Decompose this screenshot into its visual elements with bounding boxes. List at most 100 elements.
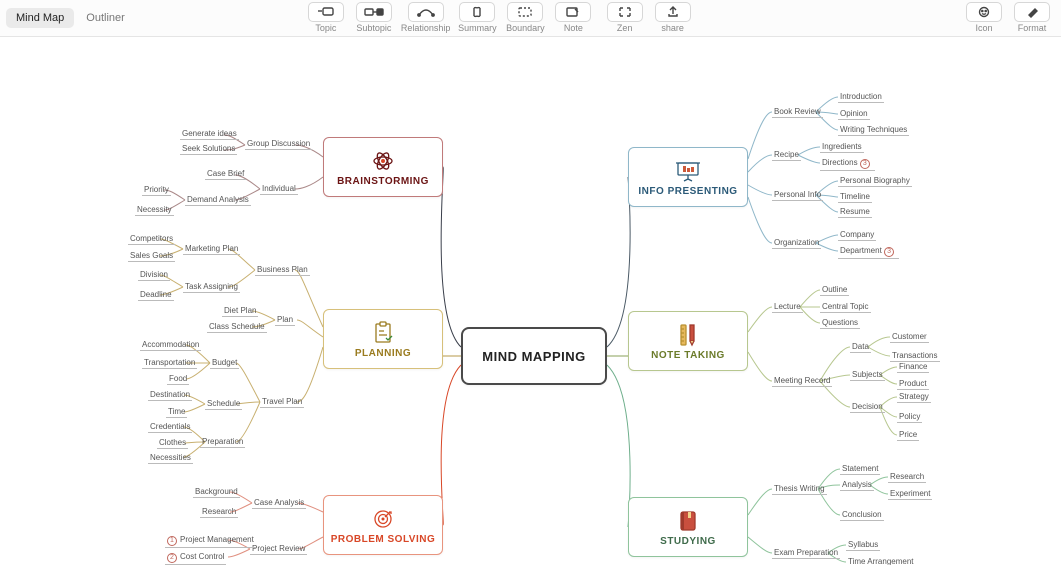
leaf[interactable]: Recipe [772,150,801,161]
leaf[interactable]: Task Assigning [183,282,240,293]
leaf[interactable]: Credentials [148,422,192,433]
leaf[interactable]: Transportation [142,358,197,369]
leaf[interactable]: Case Brief [205,169,246,180]
leaf[interactable]: Seek Solutions [180,144,237,155]
main-problem-solving[interactable]: PROBLEM SOLVING [323,495,443,555]
leaf[interactable]: Transactions [890,351,940,362]
leaf[interactable]: Individual [260,184,298,195]
leaf[interactable]: Syllabus [846,540,880,551]
leaf[interactable]: Department 3 [838,246,899,259]
leaf[interactable]: Clothes [157,438,188,449]
top-toolbar: Mind Map Outliner Topic Subtopic Relatio… [0,0,1061,37]
leaf[interactable]: Case Analysis [252,498,306,509]
leaf[interactable]: Conclusion [840,510,884,521]
leaf[interactable]: Diet Plan [222,306,258,317]
main-info-presenting[interactable]: INFO PRESENTING [628,147,748,207]
leaf[interactable]: Necessity [135,205,174,216]
leaf[interactable]: Demand Analysis [185,195,251,206]
mind-map-canvas[interactable]: MIND MAPPING BRAINSTORMING PLANNING PROB… [0,37,1061,565]
leaf[interactable]: Book Review [772,107,823,118]
leaf[interactable]: Group Discussion [245,139,312,150]
badge-3b: 3 [884,247,894,257]
leaf[interactable]: Questions [820,318,860,329]
leaf[interactable]: Research [888,472,926,483]
tool-relationship[interactable]: Relationship [401,2,451,33]
leaf[interactable]: Strategy [897,392,931,403]
tool-note[interactable]: Note [552,2,594,33]
leaf[interactable]: Experiment [888,489,932,500]
leaf[interactable]: Resume [838,207,872,218]
main-studying[interactable]: STUDYING [628,497,748,557]
leaf[interactable]: Directions 3 [820,158,875,171]
leaf[interactable]: Time Arrangement [846,557,916,565]
leaf[interactable]: Statement [840,464,880,475]
connectors [0,37,1061,565]
leaf[interactable]: Project Review [250,544,307,555]
leaf[interactable]: Research [200,507,238,518]
leaf[interactable]: Destination [148,390,192,401]
tool-icon[interactable]: Icon [963,2,1005,33]
leaf[interactable]: Priority [142,185,171,196]
leaf[interactable]: Ingredients [820,142,864,153]
leaf[interactable]: Budget [210,358,239,369]
leaf[interactable]: Sales Goals [128,251,175,262]
tool-subtopic[interactable]: Subtopic [353,2,395,33]
leaf[interactable]: Business Plan [255,265,310,276]
leaf[interactable]: Central Topic [820,302,871,313]
leaf[interactable]: 2Cost Control [165,552,226,565]
leaf[interactable]: Thesis Writing [772,484,827,495]
leaf[interactable]: Timeline [838,192,872,203]
leaf[interactable]: Preparation [200,437,245,448]
leaf[interactable]: Meeting Record [772,376,832,387]
leaf[interactable]: Necessities [148,453,193,464]
tool-format[interactable]: Format [1011,2,1053,33]
leaf[interactable]: Writing Techniques [838,125,909,136]
leaf[interactable]: Background [193,487,240,498]
leaf[interactable]: Opinion [838,109,870,120]
leaf[interactable]: Marketing Plan [183,244,240,255]
leaf[interactable]: Company [838,230,876,241]
leaf[interactable]: Introduction [838,92,884,103]
leaf[interactable]: Travel Plan [260,397,304,408]
leaf[interactable]: Analysis [840,480,874,491]
tool-share[interactable]: share [652,2,694,33]
leaf[interactable]: Generate ideas [180,129,239,140]
leaf[interactable]: Outline [820,285,849,296]
leaf[interactable]: Organization [772,238,821,249]
tab-mind-map[interactable]: Mind Map [6,8,74,28]
leaf[interactable]: Deadline [138,290,174,301]
leaf[interactable]: Customer [890,332,929,343]
leaf[interactable]: Division [138,270,170,281]
leaf[interactable]: Time [166,407,187,418]
main-note-taking[interactable]: NOTE TAKING [628,311,748,371]
leaf[interactable]: Personal Info [772,190,823,201]
leaf[interactable]: Subjects [850,370,885,381]
leaf[interactable]: Plan [275,315,295,326]
main-brainstorming[interactable]: BRAINSTORMING [323,137,443,197]
leaf[interactable]: Finance [897,362,929,373]
leaf[interactable]: Schedule [205,399,242,410]
tool-zen[interactable]: Zen [604,2,646,33]
leaf[interactable]: Class Schedule [207,322,267,333]
leaf[interactable]: Data [850,342,871,353]
leaf[interactable]: Personal Biography [838,176,912,187]
leaf[interactable]: Food [167,374,189,385]
leaf[interactable]: Lecture [772,302,803,313]
tool-boundary[interactable]: Boundary [504,2,546,33]
leaf[interactable]: Accommodation [140,340,201,351]
leaf[interactable]: Price [897,430,919,441]
tab-outliner[interactable]: Outliner [76,8,135,28]
format-icon [1014,2,1050,22]
leaf[interactable]: Policy [897,412,922,423]
leaf[interactable]: 1Project Management [165,535,256,548]
main-planning[interactable]: PLANNING [323,309,443,369]
leaf[interactable]: Competitors [128,234,175,245]
leaf[interactable]: Decision [850,402,885,413]
central-topic[interactable]: MIND MAPPING [461,327,607,385]
view-toggle: Mind Map Outliner [6,6,135,30]
leaf[interactable]: Exam Preparation [772,548,840,559]
ruler-pencil-icon [677,322,699,348]
leaf[interactable]: Product [897,379,929,390]
tool-summary[interactable]: Summary [456,2,498,33]
tool-topic[interactable]: Topic [305,2,347,33]
